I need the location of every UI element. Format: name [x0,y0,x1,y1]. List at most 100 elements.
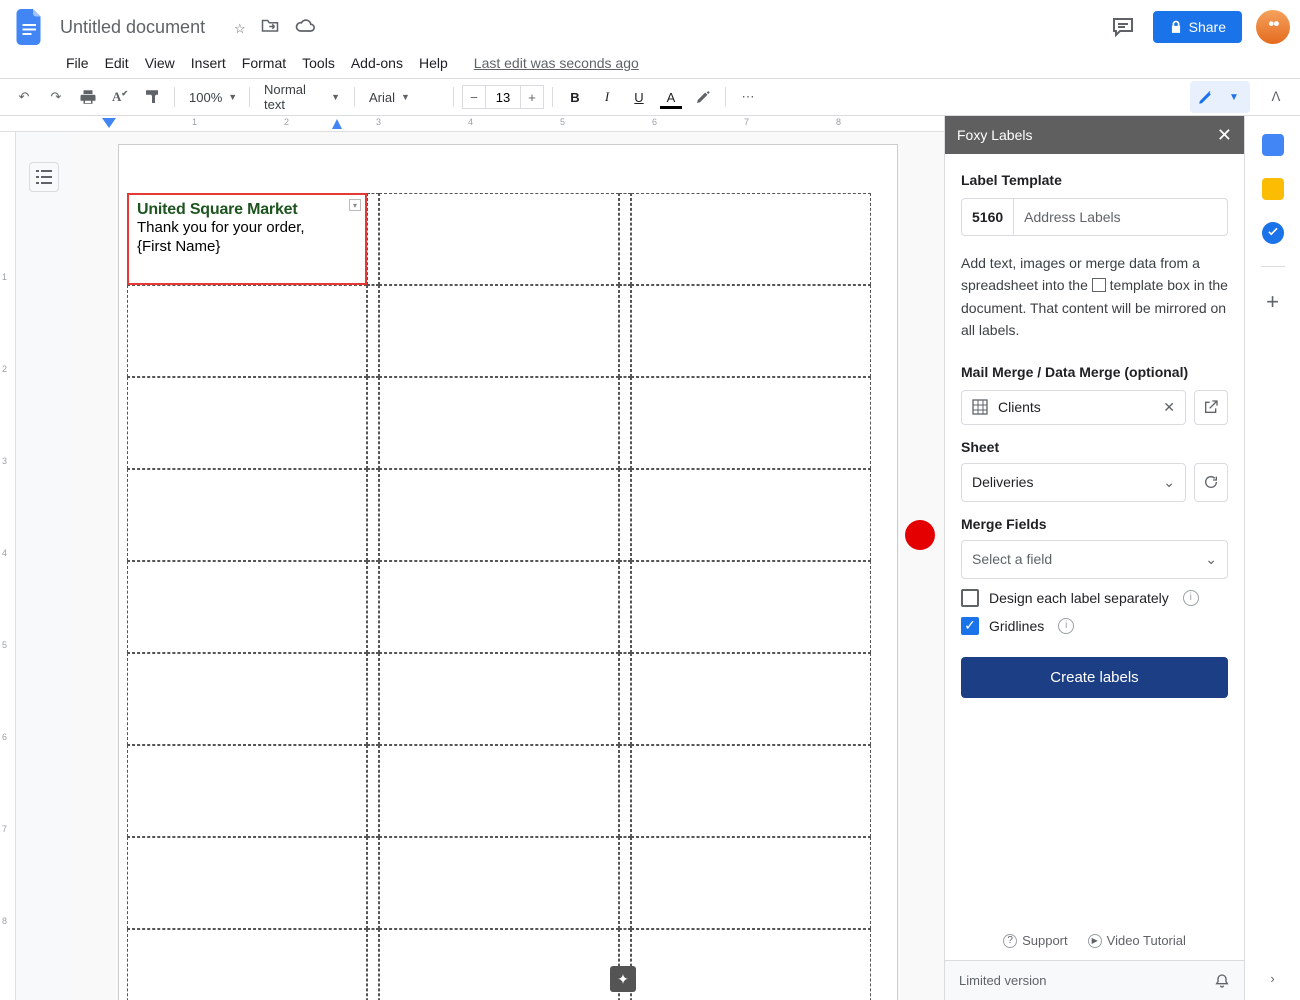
video-tutorial-link[interactable]: ▶Video Tutorial [1088,933,1186,948]
document-outline-button[interactable] [29,162,59,192]
menu-format[interactable]: Format [242,55,286,71]
label-cell [631,377,871,469]
ruler-tick: 5 [2,640,7,650]
refresh-sheet-button[interactable] [1194,463,1228,502]
comments-icon[interactable] [1111,15,1135,39]
last-edit-link[interactable]: Last edit was seconds ago [474,55,639,71]
tasks-app-icon[interactable] [1262,222,1284,244]
menu-bar: File Edit View Insert Format Tools Add-o… [0,48,1300,78]
notifications-icon[interactable] [1214,972,1230,990]
merge-field-select[interactable]: Select a field ⌄ [961,540,1228,579]
rail-separator [1261,266,1285,267]
label-body: Thank you for your order,{First Name} [137,219,357,257]
gridlines-checkbox[interactable]: ✓ [961,617,979,635]
label-cell-template[interactable]: ▾ United Square Market Thank you for you… [127,193,367,285]
account-avatar[interactable] [1256,10,1290,44]
paint-format-button[interactable] [138,83,166,111]
paragraph-style-select[interactable]: Normal text▼ [258,84,346,110]
template-selector[interactable]: 5160 Address Labels [961,198,1228,236]
calendar-app-icon[interactable] [1262,134,1284,156]
menu-addons[interactable]: Add-ons [351,55,403,71]
label-grid: ▾ United Square Market Thank you for you… [127,193,889,1000]
menu-view[interactable]: View [145,55,175,71]
zoom-select[interactable]: 100%▼ [183,84,241,110]
sheet-select[interactable]: Deliveries ⌄ [961,463,1186,502]
data-source-name: Clients [998,399,1041,415]
font-size-control: − + [462,85,544,109]
create-labels-button[interactable]: Create labels [961,657,1228,698]
grid-gap [367,745,379,837]
cursor-indicator [905,520,935,550]
lock-icon [1169,20,1183,34]
docs-logo[interactable] [10,7,50,47]
italic-button[interactable]: I [593,83,621,111]
label-cell [127,745,367,837]
underline-button[interactable]: U [625,83,653,111]
keep-app-icon[interactable] [1262,178,1284,200]
share-button[interactable]: Share [1153,11,1242,43]
grid-gap [367,193,379,285]
foxy-sidebar: Foxy Labels ✕ Label Template 5160 Addres… [944,116,1244,1000]
help-text: Add text, images or merge data from a sp… [961,252,1228,342]
info-icon[interactable]: i [1058,618,1074,634]
template-section-label: Label Template [961,172,1228,188]
font-size-increase[interactable]: + [520,85,544,109]
info-icon[interactable]: i [1183,590,1199,606]
label-cell [631,469,871,561]
grid-gap [619,285,631,377]
design-separately-checkbox[interactable] [961,589,979,607]
toolbar: ↶ ↷ A✔ 100%▼ Normal text▼ Arial▼ − + B I… [0,78,1300,116]
menu-help[interactable]: Help [419,55,448,71]
ruler-tick: 3 [376,117,381,127]
ruler-tick: 2 [284,117,289,127]
cell-dropdown-icon[interactable]: ▾ [349,199,361,211]
vertical-ruler[interactable]: 1 2 3 4 5 6 7 8 9 [0,132,16,1000]
redo-button[interactable]: ↷ [42,83,70,111]
close-sidebar-button[interactable]: ✕ [1217,125,1232,146]
grid-gap [619,561,631,653]
ruler-tick: 1 [2,272,7,282]
font-size-input[interactable] [486,85,520,109]
label-cell [631,561,871,653]
label-cell [379,469,619,561]
label-cell [127,561,367,653]
ruler-tick: 8 [836,117,841,127]
doc-title-input[interactable] [58,16,228,39]
horizontal-ruler[interactable]: 1 2 3 4 5 6 7 8 [0,116,944,132]
template-box-icon [1092,278,1106,292]
menu-insert[interactable]: Insert [191,55,226,71]
font-size-decrease[interactable]: − [462,85,486,109]
open-source-button[interactable] [1194,390,1228,425]
font-select[interactable]: Arial▼ [363,84,445,110]
menu-tools[interactable]: Tools [302,55,335,71]
editing-mode-pill[interactable]: ▼ [1190,81,1250,113]
design-separately-label: Design each label separately [989,590,1169,606]
star-icon[interactable]: ☆ [234,21,246,37]
clear-source-button[interactable]: ✕ [1163,399,1175,416]
label-cell [127,653,367,745]
label-cell [631,929,871,1000]
highlight-button[interactable] [689,83,717,111]
print-button[interactable] [74,83,102,111]
data-source-chip[interactable]: Clients ✕ [961,390,1186,425]
move-icon[interactable] [261,17,279,33]
document-page[interactable]: ▾ United Square Market Thank you for you… [118,144,898,1000]
sheet-value: Deliveries [972,474,1033,490]
menu-file[interactable]: File [66,55,89,71]
add-addon-button[interactable]: + [1266,289,1279,315]
addon-launcher-chip[interactable]: ✦ [610,966,636,992]
right-indent-marker-icon[interactable] [332,119,342,129]
hide-sidebar-button[interactable]: ᐱ [1262,83,1290,111]
undo-button[interactable]: ↶ [10,83,38,111]
indent-marker-icon[interactable] [102,118,116,130]
collapse-rail-button[interactable]: › [1270,971,1274,986]
support-link[interactable]: ?Support [1003,933,1068,948]
help-icon: ? [1003,934,1017,948]
spellcheck-button[interactable]: A✔ [106,83,134,111]
menu-edit[interactable]: Edit [105,55,129,71]
more-tools-button[interactable]: ⋯ [734,83,762,111]
text-color-button[interactable]: A [657,83,685,111]
bold-button[interactable]: B [561,83,589,111]
cloud-status-icon[interactable] [295,19,315,33]
fields-placeholder: Select a field [972,551,1052,567]
